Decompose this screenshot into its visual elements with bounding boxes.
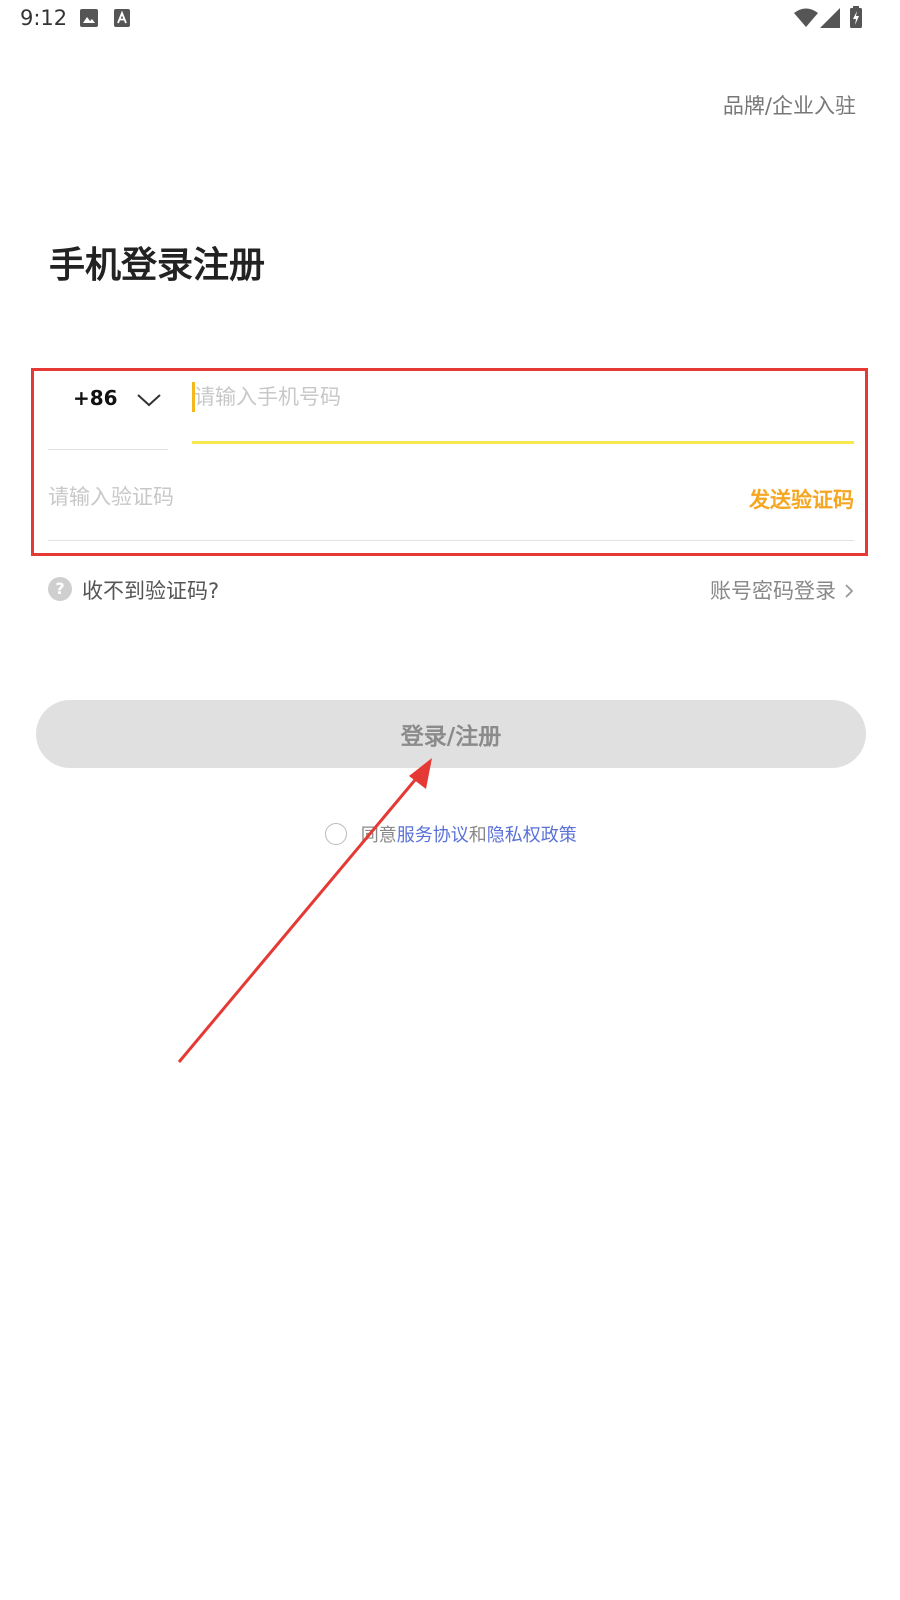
login-register-button[interactable]: 登录/注册 <box>36 700 866 768</box>
agreement-checkbox[interactable] <box>325 823 347 845</box>
brand-enterprise-link[interactable]: 品牌/企业入驻 <box>723 90 856 120</box>
agreement-row: 同意服务协议和隐私权政策 <box>325 821 577 851</box>
account-login-label: 账号密码登录 <box>710 579 836 603</box>
chevron-right-icon <box>844 580 854 604</box>
agreement-prefix: 同意 <box>360 825 397 846</box>
image-icon <box>80 9 98 31</box>
service-agreement-link[interactable]: 服务协议 <box>397 825 469 846</box>
status-time: 9:12 <box>20 6 68 30</box>
battery-charging-icon <box>850 6 862 32</box>
status-bar: 9:12 <box>0 0 900 36</box>
privacy-policy-link[interactable]: 隐私权政策 <box>487 825 577 846</box>
annotation-highlight-box <box>31 368 868 556</box>
account-password-login-link[interactable]: 账号密码登录 <box>710 575 854 605</box>
font-a-icon <box>114 9 130 31</box>
code-help-text: 收不到验证码? <box>82 579 220 603</box>
wifi-icon <box>794 8 818 32</box>
agreement-joiner: 和 <box>468 825 487 846</box>
page-title: 手机登录注册 <box>49 245 266 286</box>
question-icon: ? <box>48 577 72 601</box>
signal-icon <box>820 8 840 32</box>
